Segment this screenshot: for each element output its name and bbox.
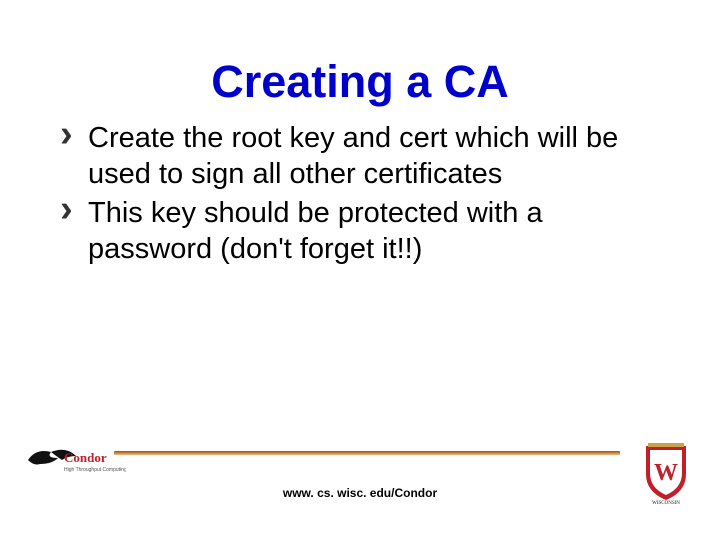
bullet-item: Create the root key and cert which will … <box>60 120 650 193</box>
bullet-text: Create the root key and cert which will … <box>88 122 618 190</box>
svg-text:High Throughput Computing: High Throughput Computing <box>64 467 126 473</box>
svg-text:Condor: Condor <box>64 450 107 465</box>
bullet-text: This key should be protected with a pass… <box>88 197 543 265</box>
footer-url: www. cs. wisc. edu/Condor <box>0 486 720 500</box>
svg-text:W: W <box>654 460 678 486</box>
slide: Creating a CA Create the root key and ce… <box>0 0 720 540</box>
slide-title: Creating a CA <box>0 56 720 108</box>
condor-logo: Condor High Throughput Computing <box>26 442 126 478</box>
footer-divider <box>114 451 620 455</box>
svg-text:WISCONSIN: WISCONSIN <box>652 501 680 504</box>
slide-body: Create the root key and cert which will … <box>60 120 650 269</box>
bullet-item: This key should be protected with a pass… <box>60 195 650 268</box>
